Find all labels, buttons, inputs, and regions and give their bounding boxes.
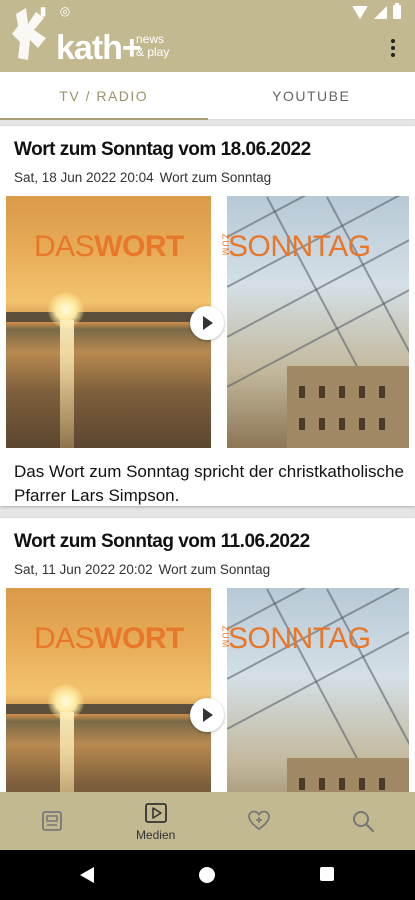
sunset-image (6, 588, 211, 792)
app-logo-subtitle: news & play (136, 33, 169, 59)
nav-search[interactable] (311, 792, 415, 850)
card-title: Wort zum Sonntag vom 18.06.2022 (14, 139, 311, 160)
play-button[interactable] (190, 698, 224, 732)
news-icon (41, 811, 62, 831)
app-logo-text: kath+ (56, 29, 142, 67)
thumbnail-logo-sonntag: SONNTAG (228, 622, 371, 655)
kath-logo-icon (12, 8, 46, 60)
tab-youtube[interactable]: YOUTUBE (208, 72, 415, 119)
nav-news[interactable] (0, 792, 104, 850)
home-icon[interactable] (199, 867, 215, 883)
status-indicators (352, 3, 401, 19)
play-icon (144, 803, 167, 823)
heart-plus-icon (248, 810, 271, 831)
thumbnail-logo-sonntag: SONNTAG (228, 230, 371, 263)
card-meta: Sat, 11 Jun 2022 20:02 Wort zum Sonntag (14, 562, 270, 577)
glass-roof-image (226, 588, 409, 792)
bottom-navigation: Medien (0, 792, 415, 850)
card-thumbnail[interactable]: DASWORT ZUM SONNTAG (6, 196, 409, 448)
nav-medien[interactable]: Medien (104, 792, 208, 850)
thumbnail-logo-das-wort: DASWORT (34, 622, 184, 655)
card-category: Wort zum Sonntag (158, 562, 271, 577)
sync-icon: ◎ (59, 4, 71, 18)
battery-icon (393, 3, 401, 19)
play-button[interactable] (190, 306, 224, 340)
signal-icon (374, 5, 387, 19)
overflow-menu-icon[interactable] (381, 36, 405, 60)
card-date: Sat, 11 Jun 2022 20:02 (14, 562, 153, 577)
card-title: Wort zum Sonntag vom 11.06.2022 (14, 531, 310, 552)
media-card[interactable]: Wort zum Sonntag vom 11.06.2022 Sat, 11 … (0, 518, 415, 792)
card-description: Das Wort zum Sonntag spricht der christk… (14, 462, 404, 505)
nav-favorites[interactable] (208, 792, 312, 850)
wifi-icon (352, 5, 368, 19)
card-thumbnail[interactable]: DASWORT ZUM SONNTAG (6, 588, 409, 792)
media-card[interactable]: Wort zum Sonntag vom 18.06.2022 Sat, 18 … (0, 126, 415, 506)
tab-bar: TV / RADIO YOUTUBE (0, 72, 415, 120)
logo-sub-play: & play (136, 45, 170, 59)
app-bar: kath+ news & play (0, 8, 415, 72)
recents-icon[interactable] (320, 867, 334, 881)
logo-kath: kath (56, 29, 123, 67)
card-meta: Sat, 18 Jun 2022 20:04 Wort zum Sonntag (14, 170, 271, 185)
status-bar: ▮ ◎ (0, 0, 415, 26)
back-icon[interactable] (80, 867, 94, 883)
card-date: Sat, 18 Jun 2022 20:04 (14, 170, 154, 185)
nav-medien-label: Medien (135, 828, 176, 842)
thumbnail-logo-das-wort: DASWORT (34, 230, 184, 263)
card-category: Wort zum Sonntag (159, 170, 272, 185)
system-navigation-bar (0, 850, 415, 900)
tab-tv-radio[interactable]: TV / RADIO (0, 72, 208, 120)
search-icon (353, 811, 375, 833)
top-app-bar: ▮ ◎ kath+ news & play (0, 0, 415, 72)
media-feed[interactable]: Wort zum Sonntag vom 18.06.2022 Sat, 18 … (0, 120, 415, 792)
